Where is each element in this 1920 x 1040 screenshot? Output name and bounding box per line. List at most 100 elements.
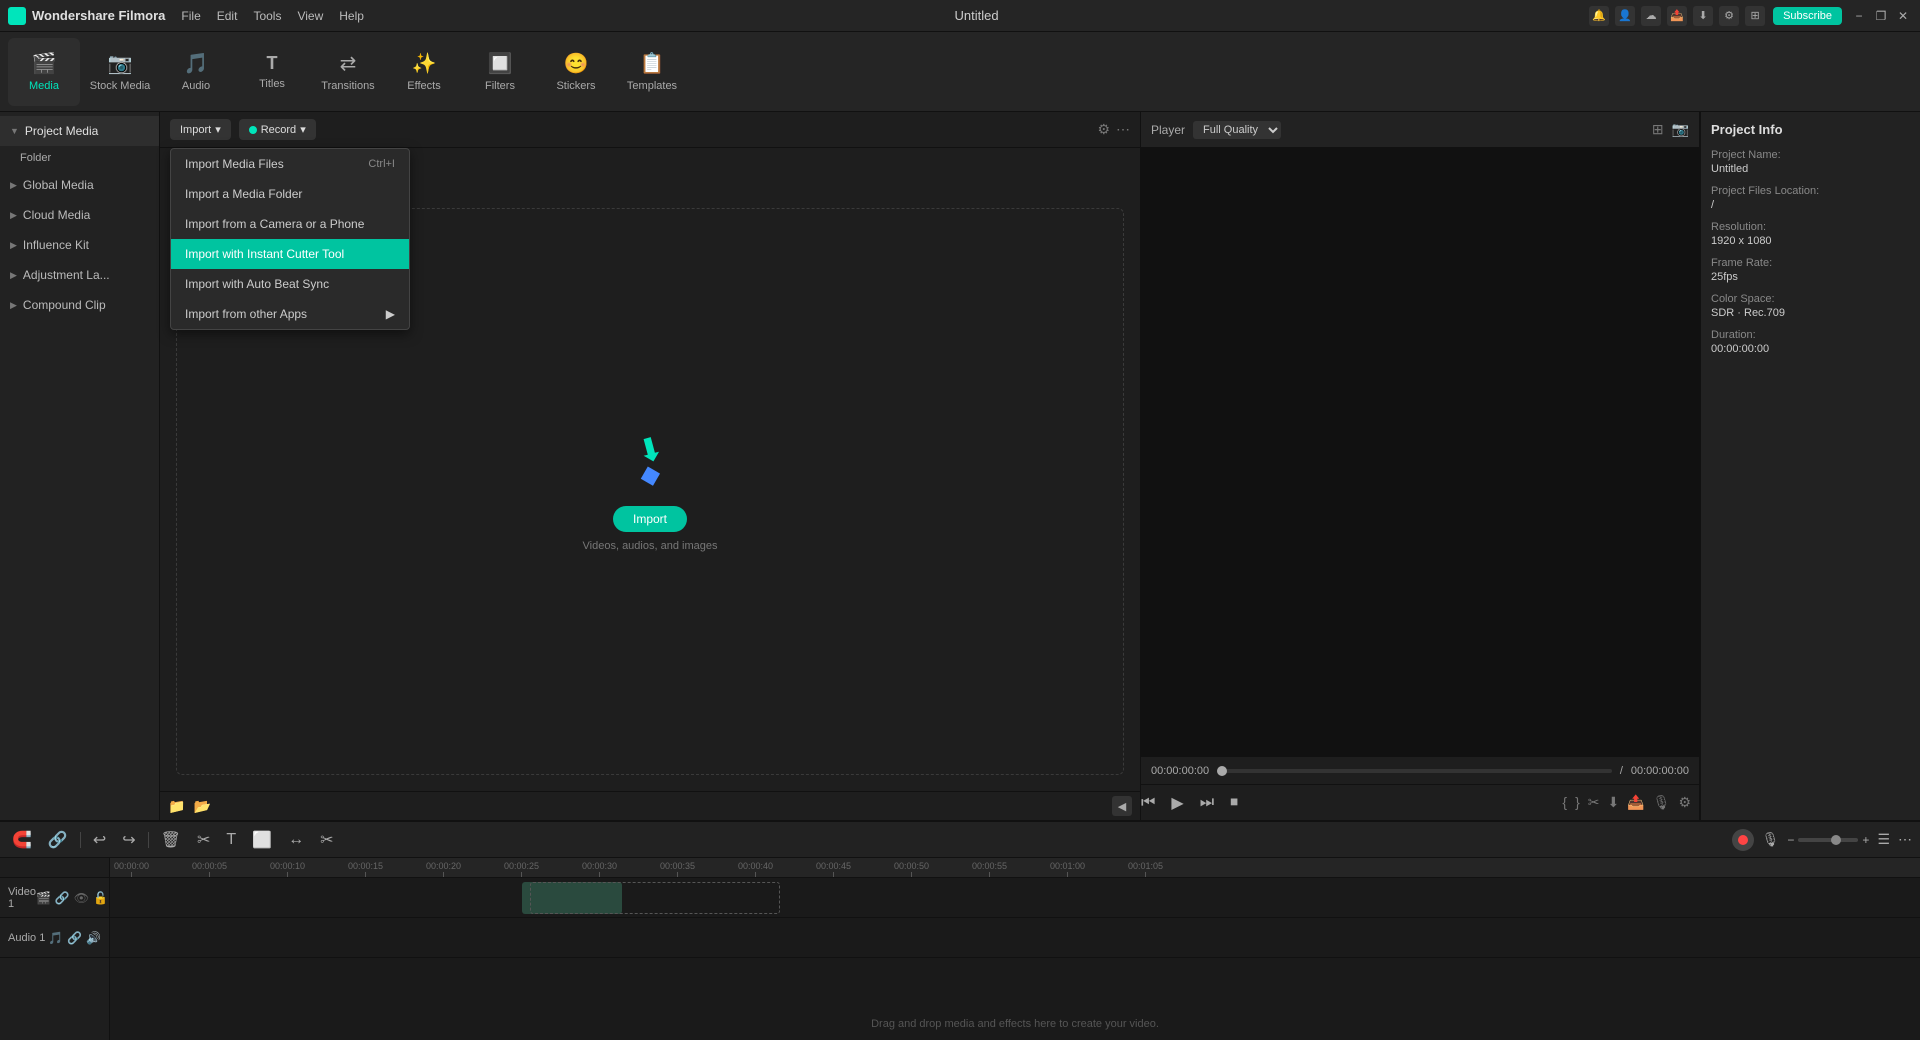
- icon-account[interactable]: 👤: [1615, 6, 1635, 26]
- zoom-out-icon[interactable]: −: [1787, 833, 1794, 847]
- toolbar-transitions[interactable]: ⇄ Transitions: [312, 38, 384, 106]
- dropdown-import-files[interactable]: Import Media Files Ctrl+I: [171, 149, 409, 179]
- sidebar-item-project-media[interactable]: ▼ Project Media: [0, 116, 159, 146]
- titlebar: Wondershare Filmora File Edit Tools View…: [0, 0, 1920, 32]
- sidebar-item-influence-kit[interactable]: ▶ Influence Kit: [0, 230, 159, 260]
- filter-icon[interactable]: ⚙: [1097, 121, 1110, 138]
- mark-out-icon[interactable]: }: [1575, 794, 1580, 811]
- dropdown-import-other[interactable]: Import from other Apps ▶: [171, 299, 409, 329]
- add-to-timeline-icon[interactable]: ⬇: [1607, 794, 1619, 811]
- player-progress-handle[interactable]: [1217, 766, 1227, 776]
- toolbar-stock-media[interactable]: 📷 Stock Media: [84, 38, 156, 106]
- zoom-in-icon[interactable]: +: [1862, 833, 1869, 847]
- import-main-button[interactable]: Import: [613, 506, 687, 532]
- mark-in-icon[interactable]: {: [1562, 794, 1567, 811]
- minimize-button[interactable]: −: [1850, 7, 1868, 25]
- menu-view[interactable]: View: [297, 9, 323, 23]
- voice-over-icon[interactable]: 🎙: [1653, 794, 1671, 811]
- redo-icon[interactable]: ↪: [118, 828, 139, 852]
- export-frame-icon[interactable]: 📤: [1627, 794, 1644, 811]
- toolbar-templates[interactable]: 📋 Templates: [616, 38, 688, 106]
- text-icon[interactable]: T: [222, 829, 240, 851]
- undo-icon[interactable]: ↩: [89, 828, 110, 852]
- timeline-record-button[interactable]: [1732, 829, 1754, 851]
- prev-frame-button[interactable]: ⏮: [1141, 794, 1155, 812]
- zoom-slider[interactable]: [1798, 838, 1858, 842]
- media-panel-footer: 📁 📂 ◀: [160, 791, 1140, 820]
- more-options-icon[interactable]: ⋯: [1116, 121, 1130, 138]
- sidebar-item-adjustment[interactable]: ▶ Adjustment La...: [0, 260, 159, 290]
- player-progress-bar[interactable]: [1217, 769, 1612, 773]
- microphone-icon[interactable]: 🎙: [1762, 831, 1780, 848]
- transitions-icon: ⇄: [340, 51, 357, 76]
- titlebar-right: 🔔 👤 ☁ 📤 ⬇ ⚙ ⊞ Subscribe − ❐ ✕: [1589, 6, 1912, 26]
- menu-edit[interactable]: Edit: [217, 9, 238, 23]
- crop-icon[interactable]: ⬜: [248, 828, 276, 852]
- more-timeline-icon[interactable]: ⋯: [1898, 831, 1912, 848]
- icon-apps[interactable]: ⊞: [1745, 6, 1765, 26]
- stop-button[interactable]: ⏹: [1230, 794, 1238, 812]
- sidebar-item-compound-clip[interactable]: ▶ Compound Clip: [0, 290, 159, 320]
- frame-rate-row: Frame Rate: 25fps: [1711, 257, 1910, 283]
- restore-button[interactable]: ❐: [1872, 7, 1890, 25]
- toolbar-titles[interactable]: T Titles: [236, 38, 308, 106]
- settings-player-icon[interactable]: ⚙: [1678, 794, 1691, 811]
- dropdown-import-camera[interactable]: Import from a Camera or a Phone: [171, 209, 409, 239]
- zoom-handle[interactable]: [1831, 835, 1841, 845]
- close-button[interactable]: ✕: [1894, 7, 1912, 25]
- transform-icon[interactable]: ↔: [284, 829, 308, 851]
- sidebar-item-cloud-media[interactable]: ▶ Cloud Media: [0, 200, 159, 230]
- toolbar-effects[interactable]: ✨ Effects: [388, 38, 460, 106]
- snapshot-icon[interactable]: 📷: [1672, 121, 1689, 138]
- icon-notifications[interactable]: 🔔: [1589, 6, 1609, 26]
- dropdown-import-instant[interactable]: Import with Instant Cutter Tool: [171, 239, 409, 269]
- audio1-link-icon[interactable]: 🔗: [67, 931, 82, 945]
- menu-tools[interactable]: Tools: [253, 9, 281, 23]
- icon-share[interactable]: 📤: [1667, 6, 1687, 26]
- audio1-mute-icon[interactable]: 🔊: [86, 931, 101, 945]
- play-button[interactable]: ▶: [1171, 793, 1183, 813]
- toolbar-stickers[interactable]: 😊 Stickers: [540, 38, 612, 106]
- toolbar-media[interactable]: 🎬 Media: [8, 38, 80, 106]
- dropdown-import-folder[interactable]: Import a Media Folder: [171, 179, 409, 209]
- player-right-controls: { } ✂ ⬇ 📤 🎙 ⚙: [1562, 794, 1699, 811]
- video1-eye-icon[interactable]: 👁: [74, 891, 89, 905]
- toolbar-audio[interactable]: 🎵 Audio: [160, 38, 232, 106]
- menu-file[interactable]: File: [181, 9, 200, 23]
- menu-help[interactable]: Help: [339, 9, 364, 23]
- time-current: 00:00:00:00: [1151, 765, 1209, 777]
- titles-icon: T: [267, 53, 278, 74]
- import-button[interactable]: Import ▾: [170, 119, 231, 140]
- collapse-panel-button[interactable]: ◀: [1112, 796, 1132, 816]
- video1-link-icon[interactable]: 🔗: [55, 891, 70, 905]
- video1-lock-icon[interactable]: 🔓: [93, 891, 108, 905]
- clip-icon[interactable]: ✂: [1588, 794, 1600, 811]
- record-button[interactable]: Record ▾: [239, 119, 316, 140]
- tick-7: 00:00:35: [660, 861, 695, 877]
- video1-camera-icon[interactable]: 🎬: [36, 891, 51, 905]
- cut-icon[interactable]: ✂: [193, 828, 214, 852]
- subscribe-button[interactable]: Subscribe: [1773, 7, 1842, 25]
- icon-settings[interactable]: ⚙: [1719, 6, 1739, 26]
- track-video1: [110, 878, 1920, 918]
- link-icon[interactable]: 🔗: [44, 828, 72, 852]
- quality-select[interactable]: Full Quality 1/2 1/4: [1193, 121, 1281, 139]
- transitions-label: Transitions: [321, 80, 374, 92]
- add-smart-folder-icon[interactable]: 📂: [193, 798, 210, 815]
- snap-icon[interactable]: 🧲: [8, 828, 36, 852]
- audio1-music-icon[interactable]: 🎵: [48, 931, 63, 945]
- icon-download[interactable]: ⬇: [1693, 6, 1713, 26]
- dropdown-import-beat[interactable]: Import with Auto Beat Sync: [171, 269, 409, 299]
- track-labels: Video 1 🎬 🔗 👁 🔓 Audio 1 🎵 🔗 🔊: [0, 858, 110, 1040]
- delete-icon[interactable]: 🗑: [157, 828, 185, 852]
- stock-media-icon: 📷: [108, 51, 133, 76]
- sidebar-item-folder[interactable]: Folder: [0, 146, 159, 170]
- add-folder-icon[interactable]: 📁: [168, 798, 185, 815]
- ripple-icon[interactable]: ✂: [316, 828, 337, 852]
- next-frame-button[interactable]: ⏭: [1200, 794, 1214, 812]
- toolbar-filters[interactable]: 🔲 Filters: [464, 38, 536, 106]
- icon-cloud[interactable]: ☁: [1641, 6, 1661, 26]
- split-view-icon[interactable]: ⊞: [1652, 121, 1664, 138]
- sidebar-item-global-media[interactable]: ▶ Global Media: [0, 170, 159, 200]
- list-view-icon[interactable]: ☰: [1877, 831, 1890, 848]
